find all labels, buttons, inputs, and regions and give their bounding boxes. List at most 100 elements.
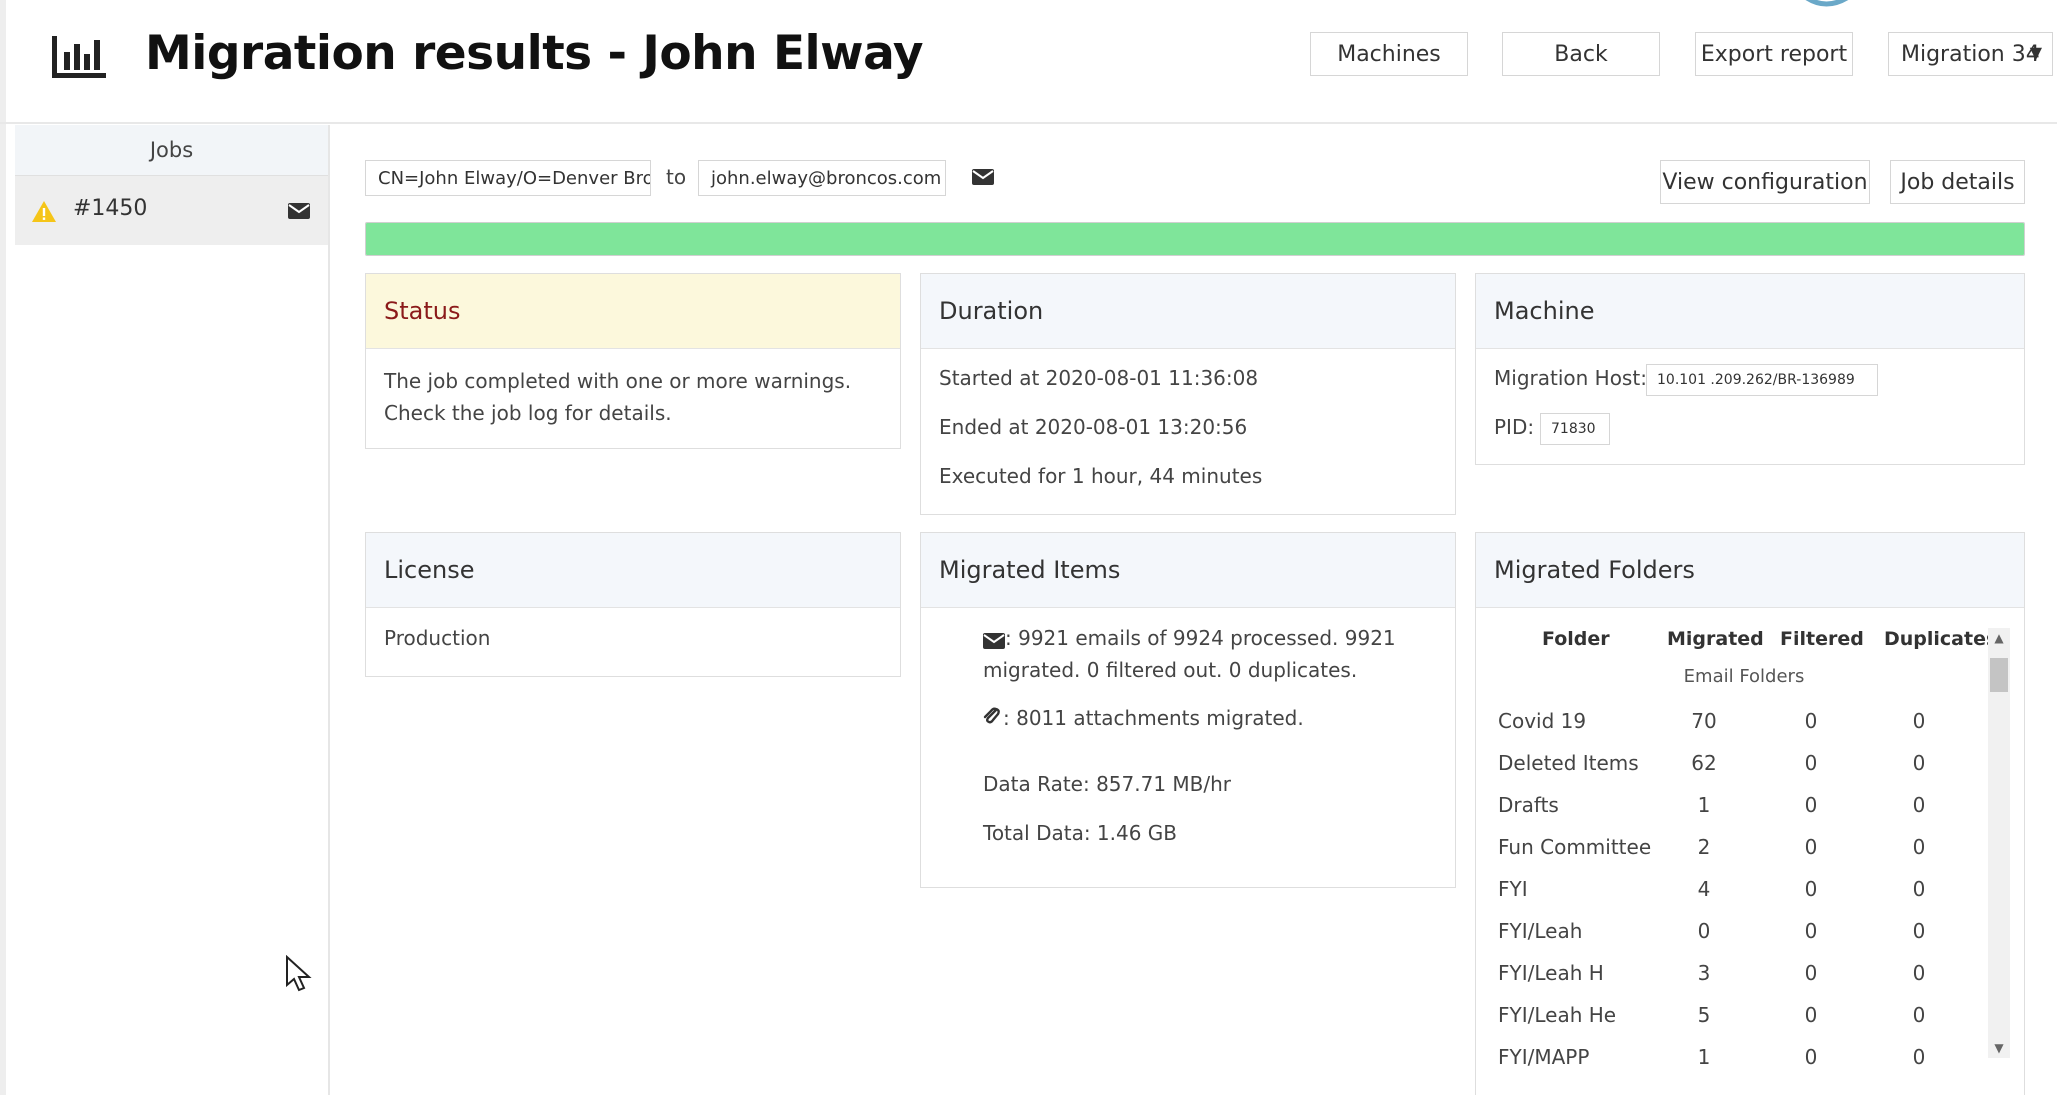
duplicates-count: 0 xyxy=(1912,835,1926,859)
filtered-count: 0 xyxy=(1804,877,1818,901)
folder-name: FYI/Leah xyxy=(1498,919,1583,943)
logo-icon xyxy=(1805,0,1849,7)
target-field[interactable]: john.elway@broncos.com xyxy=(698,160,946,196)
duplicates-count: 0 xyxy=(1912,1045,1926,1069)
machine-panel: Machine Migration Host: 10.101 .209.262/… xyxy=(1475,273,2025,465)
migrated-count: 70 xyxy=(1691,709,1717,733)
migrated-items-panel: Migrated Items : 9921 emails of 9924 pro… xyxy=(920,532,1456,888)
col-filtered: Filtered xyxy=(1780,628,1864,650)
envelope-icon[interactable] xyxy=(288,203,310,219)
scroll-down-icon[interactable]: ▼ xyxy=(1988,1038,2010,1058)
duration-panel: Duration Started at 2020-08-01 11:36:08 … xyxy=(920,273,1456,515)
job-details-button[interactable]: Job details xyxy=(1890,160,2025,204)
emails-summary-line2: migrated. 0 filtered out. 0 duplicates. xyxy=(983,658,1358,682)
envelope-icon xyxy=(983,633,1005,649)
folder-name: FYI/Leah H xyxy=(1498,961,1604,985)
warning-icon xyxy=(32,201,56,222)
license-title: License xyxy=(366,533,900,608)
folder-name: FYI xyxy=(1498,877,1528,901)
duplicates-count: 0 xyxy=(1912,919,1926,943)
duplicates-count: 0 xyxy=(1912,1003,1926,1027)
status-message: The job completed with one or more warni… xyxy=(384,369,852,425)
table-row: FYI 4 0 0 xyxy=(1494,869,2014,911)
duplicates-count: 0 xyxy=(1912,709,1926,733)
migrated-count: 1 xyxy=(1697,1045,1711,1069)
envelope-icon[interactable] xyxy=(972,169,994,185)
license-panel: License Production xyxy=(365,532,901,677)
sidebar-item-job[interactable]: #1450 xyxy=(15,175,328,245)
to-label: to xyxy=(666,165,687,189)
migrated-count: 2 xyxy=(1697,835,1711,859)
table-row: FYI/Leah 0 0 0 xyxy=(1494,911,2014,953)
filtered-count: 0 xyxy=(1804,919,1818,943)
duplicates-count: 0 xyxy=(1912,961,1926,985)
view-configuration-button[interactable]: View configuration xyxy=(1660,160,1870,204)
duplicates-count: 0 xyxy=(1912,793,1926,817)
source-field[interactable]: CN=John Elway/O=Denver Bronc xyxy=(365,160,651,196)
folder-name: Drafts xyxy=(1498,793,1559,817)
migrated-items-title: Migrated Items xyxy=(921,533,1455,608)
col-duplicates: Duplicates xyxy=(1884,628,1998,650)
filtered-count: 0 xyxy=(1804,793,1818,817)
migrated-count: 0 xyxy=(1697,919,1711,943)
table-row: FYI/MAPP 1 0 0 xyxy=(1494,1037,2014,1079)
table-row: FYI/Leah H 3 0 0 xyxy=(1494,953,2014,995)
folder-name: FYI/Leah He xyxy=(1498,1003,1617,1027)
back-button[interactable]: Back xyxy=(1502,32,1660,76)
jobs-sidebar: Jobs #1450 xyxy=(15,125,330,1095)
data-rate: Data Rate: 857.71 MB/hr xyxy=(983,772,1232,796)
migrated-count: 5 xyxy=(1697,1003,1711,1027)
filtered-count: 0 xyxy=(1804,835,1818,859)
machines-button[interactable]: Machines xyxy=(1310,32,1468,76)
migrated-folders-title: Migrated Folders xyxy=(1476,533,2024,608)
migrated-folders-panel: Migrated Folders Folder Migrated Filtere… xyxy=(1475,532,2025,1095)
window-left-edge xyxy=(0,0,6,1095)
migration-select[interactable]: Migration 34 ▼ xyxy=(1888,32,2053,76)
folder-name: FYI/MAPP xyxy=(1498,1045,1590,1069)
duplicates-count: 0 xyxy=(1912,877,1926,901)
table-row: Covid 19 70 0 0 xyxy=(1494,701,2014,743)
folder-name: Fun Committee xyxy=(1498,835,1652,859)
job-label: #1450 xyxy=(73,196,148,221)
caret-down-icon: ▼ xyxy=(2029,43,2042,62)
export-report-button[interactable]: Export report xyxy=(1695,32,1853,76)
main-content: CN=John Elway/O=Denver Bronc to john.elw… xyxy=(330,125,2057,1095)
pid-field[interactable]: 71830 xyxy=(1540,413,1610,445)
duration-ended: Ended at 2020-08-01 13:20:56 xyxy=(939,415,1248,439)
attachments-summary: : 8011 attachments migrated. xyxy=(1003,706,1304,730)
sidebar-header: Jobs xyxy=(15,125,328,175)
migration-host-field[interactable]: 10.101 .209.262/BR-136989 xyxy=(1646,364,1878,396)
filtered-count: 0 xyxy=(1804,751,1818,775)
total-data: Total Data: 1.46 GB xyxy=(983,821,1178,845)
filtered-count: 0 xyxy=(1804,1003,1818,1027)
progress-bar xyxy=(365,222,2025,256)
migration-select-value: Migration 34 xyxy=(1901,41,2040,67)
table-row: Deleted Items 62 0 0 xyxy=(1494,743,2014,785)
table-row: Drafts 1 0 0 xyxy=(1494,785,2014,827)
migrated-count: 1 xyxy=(1697,793,1711,817)
col-folder: Folder xyxy=(1542,628,1610,650)
folders-scrollbar[interactable]: ▲ ▼ xyxy=(1988,628,2010,1058)
table-row: FYI/Leah He 5 0 0 xyxy=(1494,995,2014,1037)
filtered-count: 0 xyxy=(1804,709,1818,733)
machine-title: Machine xyxy=(1476,274,2024,349)
filtered-count: 0 xyxy=(1804,961,1818,985)
table-row: Fun Committee 2 0 0 xyxy=(1494,827,2014,869)
col-migrated: Migrated xyxy=(1667,628,1764,650)
migrated-count: 3 xyxy=(1697,961,1711,985)
duration-started: Started at 2020-08-01 11:36:08 xyxy=(939,366,1259,390)
pid-label: PID: xyxy=(1494,415,1535,439)
scroll-up-icon[interactable]: ▲ xyxy=(1988,628,2010,648)
page-title: Migration results - John Elway xyxy=(145,26,924,81)
duration-title: Duration xyxy=(921,274,1455,349)
scroll-thumb[interactable] xyxy=(1990,658,2008,692)
progress-bar-fill xyxy=(366,223,2024,255)
bar-chart-icon xyxy=(52,36,106,78)
migrated-count: 4 xyxy=(1697,877,1711,901)
duplicates-count: 0 xyxy=(1912,751,1926,775)
migrated-count: 62 xyxy=(1691,751,1717,775)
license-value: Production xyxy=(384,626,491,650)
folder-name: Covid 19 xyxy=(1498,709,1587,733)
page-header: Migration results - John Elway Machines … xyxy=(0,0,2057,124)
migration-host-label: Migration Host: xyxy=(1494,366,1647,390)
